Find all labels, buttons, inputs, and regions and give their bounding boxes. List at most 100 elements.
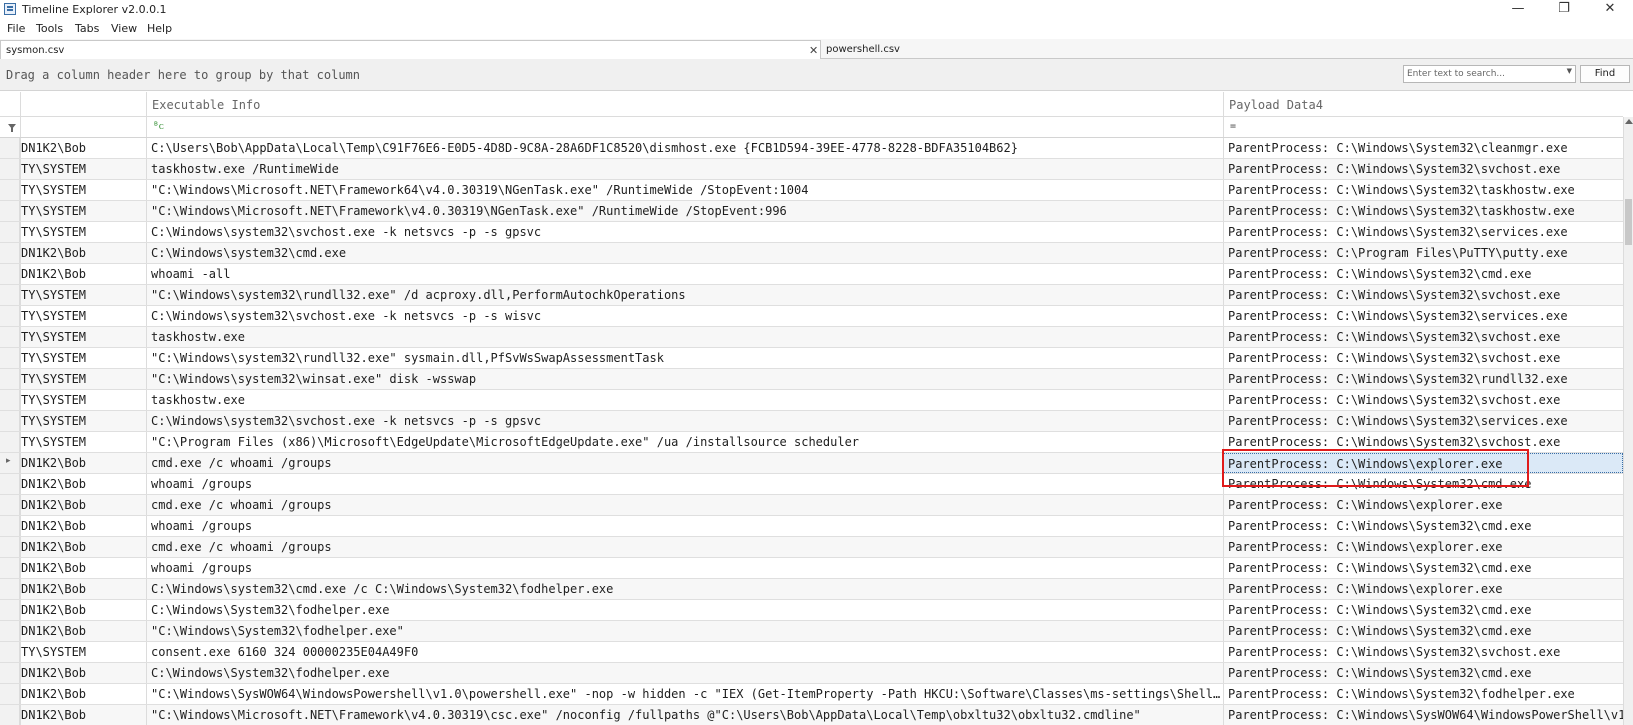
- tab-powershell[interactable]: powershell.csv: [821, 40, 1001, 59]
- cell-payload-data4[interactable]: ParentProcess: C:\Windows\explorer.exe: [1223, 495, 1623, 515]
- cell-payload-data4[interactable]: ParentProcess: C:\Windows\System32\svcho…: [1223, 159, 1623, 179]
- row-indicator[interactable]: ▸: [0, 453, 20, 473]
- cell-user[interactable]: DN1K2\Bob: [20, 495, 146, 515]
- cell-executable-info[interactable]: C:\Windows\System32\fodhelper.exe: [146, 663, 1223, 683]
- cell-user[interactable]: DN1K2\Bob: [20, 579, 146, 599]
- cell-executable-info[interactable]: consent.exe 6160 324 00000235E04A49F0: [146, 642, 1223, 662]
- cell-executable-info[interactable]: whoami -all: [146, 264, 1223, 284]
- table-row[interactable]: TY\SYSTEM taskhostw.exe ParentProcess: C:\…: [0, 327, 1623, 348]
- row-indicator[interactable]: [0, 180, 20, 200]
- cell-executable-info[interactable]: cmd.exe /c whoami /groups: [146, 453, 1223, 473]
- row-indicator[interactable]: [0, 138, 20, 158]
- menu-tools[interactable]: Tools: [36, 22, 63, 35]
- cell-user[interactable]: TY\SYSTEM: [20, 222, 146, 242]
- cell-executable-info[interactable]: whoami /groups: [146, 474, 1223, 494]
- cell-user[interactable]: DN1K2\Bob: [20, 264, 146, 284]
- table-row[interactable]: DN1K2\Bob "C:\Windows\Microsoft.NET\Frame…: [0, 705, 1623, 725]
- cell-executable-info[interactable]: "C:\Windows\Microsoft.NET\Framework\v4.0…: [146, 705, 1223, 725]
- cell-executable-info[interactable]: cmd.exe /c whoami /groups: [146, 495, 1223, 515]
- table-row[interactable]: TY\SYSTEM taskhostw.exe /RuntimeWide Paren…: [0, 159, 1623, 180]
- row-indicator[interactable]: [0, 516, 20, 536]
- cell-user[interactable]: DN1K2\Bob: [20, 684, 146, 704]
- table-row[interactable]: TY\SYSTEM "C:\Program Files (x86)\Microso…: [0, 432, 1623, 453]
- cell-payload-data4[interactable]: ParentProcess: C:\Windows\SysWOW64\Windo…: [1223, 705, 1623, 725]
- row-indicator[interactable]: [0, 558, 20, 578]
- cell-executable-info[interactable]: C:\Windows\system32\svchost.exe -k netsv…: [146, 222, 1223, 242]
- tab-sysmon[interactable]: sysmon.csv ✕: [0, 40, 821, 59]
- cell-user[interactable]: DN1K2\Bob: [20, 453, 146, 473]
- menu-view[interactable]: View: [111, 22, 137, 35]
- filter-cell-user[interactable]: [20, 117, 146, 137]
- cell-payload-data4[interactable]: ParentProcess: C:\Windows\System32\svcho…: [1223, 285, 1623, 305]
- cell-user[interactable]: TY\SYSTEM: [20, 180, 146, 200]
- cell-executable-info[interactable]: "C:\Windows\Microsoft.NET\Framework64\v4…: [146, 180, 1223, 200]
- table-row[interactable]: DN1K2\Bob whoami /groups ParentProcess: C:…: [0, 474, 1623, 495]
- table-row[interactable]: DN1K2\Bob whoami /groups ParentProcess: C:…: [0, 558, 1623, 579]
- table-row[interactable]: DN1K2\Bob C:\Windows\system32\cmd.exe /c …: [0, 579, 1623, 600]
- cell-payload-data4[interactable]: ParentProcess: C:\Windows\System32\cmd.e…: [1223, 600, 1623, 620]
- row-indicator[interactable]: [0, 705, 20, 725]
- row-indicator[interactable]: [0, 600, 20, 620]
- cell-user[interactable]: DN1K2\Bob: [20, 621, 146, 641]
- search-box[interactable]: ▼: [1403, 65, 1576, 83]
- column-header-user[interactable]: [20, 92, 146, 116]
- cell-executable-info[interactable]: "C:\Windows\system32\rundll32.exe" sysma…: [146, 348, 1223, 368]
- cell-executable-info[interactable]: cmd.exe /c whoami /groups: [146, 537, 1223, 557]
- table-row[interactable]: DN1K2\Bob "C:\Windows\SysWOW64\WindowsPow…: [0, 684, 1623, 705]
- cell-payload-data4[interactable]: ParentProcess: C:\Windows\System32\cmd.e…: [1223, 264, 1623, 284]
- cell-executable-info[interactable]: C:\Windows\system32\cmd.exe /c C:\Window…: [146, 579, 1223, 599]
- row-indicator[interactable]: [0, 432, 20, 452]
- cell-user[interactable]: TY\SYSTEM: [20, 159, 146, 179]
- close-button[interactable]: ✕: [1587, 0, 1633, 20]
- cell-user[interactable]: TY\SYSTEM: [20, 432, 146, 452]
- row-indicator[interactable]: [0, 369, 20, 389]
- table-row[interactable]: DN1K2\Bob C:\Windows\System32\fodhelper.e…: [0, 600, 1623, 621]
- column-header-executable-info[interactable]: Executable Info: [146, 92, 1223, 116]
- menu-file[interactable]: File: [7, 22, 25, 35]
- row-indicator[interactable]: [0, 159, 20, 179]
- row-indicator[interactable]: [0, 663, 20, 683]
- cell-user[interactable]: DN1K2\Bob: [20, 600, 146, 620]
- row-indicator[interactable]: [0, 201, 20, 221]
- cell-user[interactable]: TY\SYSTEM: [20, 201, 146, 221]
- cell-payload-data4[interactable]: ParentProcess: C:\Windows\System32\svcho…: [1223, 642, 1623, 662]
- cell-payload-data4[interactable]: ParentProcess: C:\Windows\System32\servi…: [1223, 411, 1623, 431]
- cell-payload-data4[interactable]: ParentProcess: C:\Windows\System32\clean…: [1223, 138, 1623, 158]
- row-indicator[interactable]: [0, 306, 20, 326]
- row-indicator[interactable]: [0, 621, 20, 641]
- table-row[interactable]: DN1K2\Bob whoami /groups ParentProcess: C:…: [0, 516, 1623, 537]
- row-indicator[interactable]: [0, 222, 20, 242]
- cell-user[interactable]: TY\SYSTEM: [20, 390, 146, 410]
- row-indicator[interactable]: [0, 243, 20, 263]
- find-button[interactable]: Find: [1580, 65, 1630, 83]
- cell-payload-data4[interactable]: ParentProcess: C:\Windows\System32\fodhe…: [1223, 684, 1623, 704]
- restore-button[interactable]: ❐: [1541, 0, 1587, 20]
- filter-cell-executable-info[interactable]: ᴮᴄ: [146, 117, 1223, 137]
- cell-executable-info[interactable]: C:\Windows\System32\fodhelper.exe: [146, 600, 1223, 620]
- row-indicator[interactable]: [0, 684, 20, 704]
- table-row[interactable]: TY\SYSTEM C:\Windows\system32\svchost.exe…: [0, 222, 1623, 243]
- table-row[interactable]: DN1K2\Bob C:\Users\Bob\AppData\Local\Temp…: [0, 138, 1623, 159]
- table-row[interactable]: TY\SYSTEM "C:\Windows\Microsoft.NET\Frame…: [0, 180, 1623, 201]
- row-indicator[interactable]: [0, 642, 20, 662]
- cell-user[interactable]: TY\SYSTEM: [20, 348, 146, 368]
- cell-user[interactable]: TY\SYSTEM: [20, 285, 146, 305]
- table-row[interactable]: TY\SYSTEM "C:\Windows\system32\winsat.exe…: [0, 369, 1623, 390]
- table-row[interactable]: DN1K2\Bob cmd.exe /c whoami /groups Parent…: [0, 537, 1623, 558]
- cell-executable-info[interactable]: "C:\Windows\Microsoft.NET\Framework\v4.0…: [146, 201, 1223, 221]
- cell-payload-data4[interactable]: ParentProcess: C:\Windows\System32\svcho…: [1223, 390, 1623, 410]
- menu-tabs[interactable]: Tabs: [75, 22, 99, 35]
- cell-executable-info[interactable]: C:\Windows\system32\svchost.exe -k netsv…: [146, 306, 1223, 326]
- cell-executable-info[interactable]: taskhostw.exe: [146, 327, 1223, 347]
- menu-help[interactable]: Help: [147, 22, 172, 35]
- table-row[interactable]: TY\SYSTEM taskhostw.exe ParentProcess: C:\…: [0, 390, 1623, 411]
- row-indicator[interactable]: [0, 474, 20, 494]
- cell-user[interactable]: TY\SYSTEM: [20, 327, 146, 347]
- row-indicator[interactable]: [0, 495, 20, 515]
- scroll-up-icon[interactable]: [1625, 119, 1633, 124]
- table-row-selected[interactable]: ▸ DN1K2\Bob cmd.exe /c whoami /groups Paren…: [0, 453, 1623, 474]
- cell-payload-data4[interactable]: ParentProcess: C:\Windows\System32\servi…: [1223, 222, 1623, 242]
- cell-user[interactable]: TY\SYSTEM: [20, 369, 146, 389]
- group-by-panel[interactable]: Drag a column header here to group by th…: [0, 59, 1633, 91]
- cell-executable-info[interactable]: taskhostw.exe /RuntimeWide: [146, 159, 1223, 179]
